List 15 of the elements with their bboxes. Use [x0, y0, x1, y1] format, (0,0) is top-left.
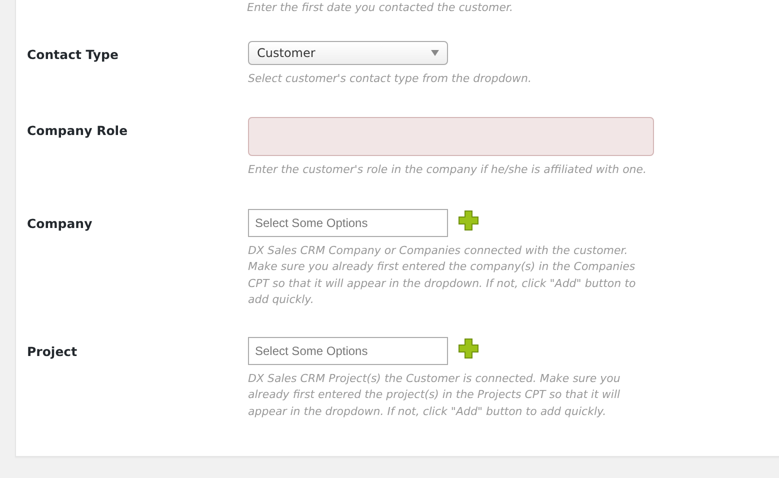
field-label: Contact Type — [26, 46, 118, 62]
field-hint: Enter the customer's role in the company if he/she is affiliated with one. — [248, 162, 647, 178]
contact-type-dropdown[interactable]: Customer — [248, 40, 448, 64]
field-hint: DX Sales CRM Company or Companies connected with the customer. Make sure you already first entered the company(s) in the Companies CPT so that it will appear in the dropdown. If not, click "Add" button to add quickly. — [248, 242, 637, 308]
field-hint: DX Sales CRM Project(s) the Customer is connected. Make sure you already first entered the project(s) in the Projects CPT so that it will appear in the dropdown. If not, click "Add" button to add quickly. — [248, 370, 622, 420]
multi-select-field[interactable]: Select Some Options — [248, 208, 448, 236]
plus-icon[interactable] — [458, 338, 479, 358]
plus-icon[interactable] — [458, 210, 479, 230]
field-hint: Enter the first date you contacted the customer. — [247, 0, 514, 16]
multi-select-field[interactable]: Select Some Options — [248, 336, 448, 364]
field-label: Company Role — [26, 122, 128, 138]
field-label: Company — [26, 214, 92, 230]
caret-icon — [431, 50, 439, 56]
field-hint: Select customer's contact type from the dropdown. — [248, 70, 532, 86]
field-label: Project — [26, 342, 78, 358]
